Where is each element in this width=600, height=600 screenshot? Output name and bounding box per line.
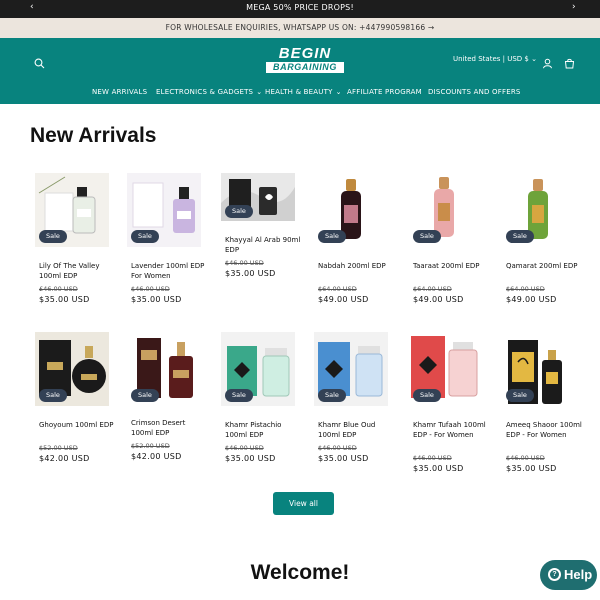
- wholesale-banner[interactable]: FOR WHOLESALE ENQUIRIES, WHATSAPP US ON:…: [0, 18, 600, 38]
- nav-label: DISCOUNTS AND OFFERS: [428, 88, 521, 96]
- sale-price: $35.00 USD: [225, 269, 276, 278]
- site-logo[interactable]: BEGIN BARGAINING: [262, 45, 348, 73]
- sale-price: $35.00 USD: [506, 464, 557, 473]
- help-button[interactable]: ? Help: [540, 560, 597, 590]
- product-title[interactable]: Nabdah 200ml EDP: [318, 261, 394, 271]
- compare-price: $46.00 USD: [413, 454, 452, 462]
- sale-price: $35.00 USD: [39, 295, 90, 304]
- compare-price: $52.00 USD: [39, 444, 78, 452]
- nav-label: AFFILIATE PROGRAM: [347, 88, 422, 96]
- sale-price: $35.00 USD: [131, 295, 182, 304]
- help-icon: ?: [548, 568, 561, 581]
- sale-price: $42.00 USD: [131, 452, 182, 461]
- logo-line1: BEGIN: [278, 45, 332, 62]
- announcement-bar: ‹ MEGA 50% PRICE DROPS! ›: [0, 0, 600, 18]
- product-title[interactable]: Khamr Blue Oud 100ml EDP: [318, 420, 394, 440]
- nav-label: ELECTRONICS & GADGETS: [156, 88, 254, 96]
- sale-badge: Sale: [506, 389, 534, 402]
- compare-price: $64.00 USD: [318, 285, 357, 293]
- compare-price: $46.00 USD: [131, 285, 170, 293]
- account-icon[interactable]: [542, 54, 553, 73]
- sale-price: $35.00 USD: [413, 464, 464, 473]
- compare-price: $52.00 USD: [131, 442, 170, 450]
- cart-icon[interactable]: [564, 54, 575, 73]
- compare-price: $64.00 USD: [506, 285, 545, 293]
- product-title[interactable]: Taaraat 200ml EDP: [413, 261, 489, 271]
- help-label: Help: [564, 567, 593, 582]
- compare-price: $64.00 USD: [413, 285, 452, 293]
- nav-affiliate[interactable]: AFFILIATE PROGRAM: [347, 88, 422, 96]
- product-title[interactable]: Ghoyoum 100ml EDP: [39, 420, 115, 430]
- nav-electronics[interactable]: ELECTRONICS & GADGETS ⌄: [156, 88, 262, 96]
- sale-price: $49.00 USD: [318, 295, 369, 304]
- sale-price: $49.00 USD: [506, 295, 557, 304]
- nav-label: HEALTH & BEAUTY: [265, 88, 333, 96]
- compare-price: £46.00 USD: [39, 285, 78, 293]
- site-header: BEGIN BARGAINING United States | USD $ ⌄…: [0, 38, 600, 104]
- compare-price: $46.00 USD: [506, 454, 545, 462]
- locale-selector[interactable]: United States | USD $ ⌄: [453, 55, 537, 63]
- product-title[interactable]: Khamr Pistachio 100ml EDP: [225, 420, 301, 440]
- product-title[interactable]: Lily Of The Valley 100ml EDP: [39, 261, 115, 281]
- view-all-button[interactable]: View all: [273, 492, 334, 515]
- sale-badge: Sale: [225, 205, 253, 218]
- product-title[interactable]: Khayyal Al Arab 90ml EDP: [225, 235, 301, 255]
- sale-price: $49.00 USD: [413, 295, 464, 304]
- compare-price: $46.00 USD: [225, 259, 264, 267]
- sale-price: $35.00 USD: [225, 454, 276, 463]
- product-title[interactable]: Lavender 100ml EDP For Women: [131, 261, 207, 281]
- chevron-down-icon: ⌄: [335, 88, 342, 96]
- compare-price: $46.00 USD: [225, 444, 264, 452]
- sale-badge: Sale: [225, 389, 253, 402]
- sale-badge: Sale: [131, 389, 159, 402]
- sale-badge: Sale: [318, 389, 346, 402]
- sale-badge: Sale: [39, 389, 67, 402]
- sale-badge: Sale: [131, 230, 159, 243]
- product-title[interactable]: Crimson Desert 100ml EDP: [131, 418, 207, 438]
- nav-discounts[interactable]: DISCOUNTS AND OFFERS: [428, 88, 521, 96]
- nav-health-beauty[interactable]: HEALTH & BEAUTY ⌄: [265, 88, 342, 96]
- nav-label: NEW ARRIVALS: [92, 88, 148, 96]
- chevron-down-icon: ⌄: [256, 88, 263, 96]
- product-title[interactable]: Khamr Tufaah 100ml EDP - For Women: [413, 420, 489, 440]
- sale-badge: Sale: [413, 230, 441, 243]
- sale-badge: Sale: [506, 230, 534, 243]
- logo-line2: BARGAINING: [266, 62, 344, 73]
- chevron-right-icon[interactable]: ›: [572, 2, 576, 12]
- nav-new-arrivals[interactable]: NEW ARRIVALS: [92, 88, 147, 96]
- section-title: New Arrivals: [30, 124, 157, 147]
- sale-badge: Sale: [39, 230, 67, 243]
- sale-price: $42.00 USD: [39, 454, 90, 463]
- main-nav: NEW ARRIVALS ELECTRONICS & GADGETS ⌄ HEAL…: [0, 88, 600, 102]
- wholesale-text[interactable]: FOR WHOLESALE ENQUIRIES, WHATSAPP US ON:…: [0, 23, 600, 32]
- product-title[interactable]: Ameeq Shaoor 100ml EDP - For Women: [506, 420, 582, 440]
- sale-badge: Sale: [318, 230, 346, 243]
- announcement-text: MEGA 50% PRICE DROPS!: [246, 3, 354, 12]
- welcome-heading: Welcome!: [250, 561, 350, 584]
- sale-badge: Sale: [413, 389, 441, 402]
- compare-price: $46.00 USD: [318, 444, 357, 452]
- product-title[interactable]: Qamarat 200ml EDP: [506, 261, 582, 271]
- sale-price: $35.00 USD: [318, 454, 369, 463]
- search-icon[interactable]: [34, 54, 45, 73]
